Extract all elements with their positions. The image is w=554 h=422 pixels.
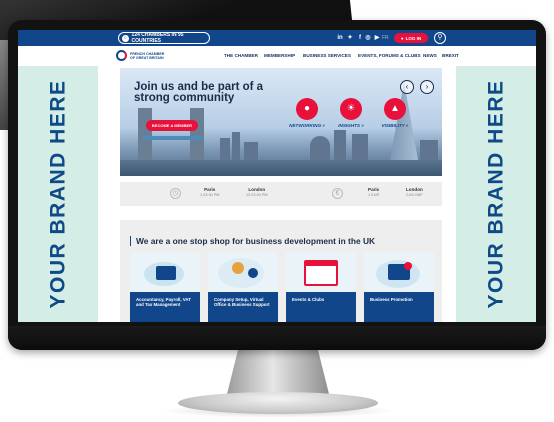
- linkedin-icon[interactable]: in: [336, 34, 344, 42]
- skyline-building: [352, 134, 368, 160]
- currency-paris-city: Paris: [368, 187, 380, 192]
- nav-item-news[interactable]: NEWS: [423, 53, 437, 58]
- skyline-building: [232, 132, 240, 160]
- calendar-grid: [306, 266, 336, 284]
- login-button[interactable]: ● LOG IN: [394, 33, 428, 43]
- currency-london-value: 0.83 GBP: [406, 193, 423, 197]
- events-illustration: [286, 252, 356, 292]
- language-switch[interactable]: FR: [382, 34, 389, 42]
- monitor-stand-neck: [226, 348, 330, 398]
- website-screen: ○ 124 CHAMBERS IN 95 COUNTRIES in ✦ f ◎ …: [18, 30, 536, 322]
- marketing-scene: ○ 124 CHAMBERS IN 95 COUNTRIES in ✦ f ◎ …: [0, 0, 554, 422]
- nav-item-events[interactable]: EVENTS, FORUMS & CLUBS: [358, 53, 421, 58]
- instagram-icon[interactable]: ◎: [364, 34, 372, 42]
- skyline-building: [220, 138, 230, 160]
- clock-icon: ◷: [170, 188, 181, 199]
- monitor-chin: [8, 326, 546, 350]
- illustration-shape: [404, 262, 412, 270]
- time-london-value: 12:23:30 PM: [246, 193, 268, 197]
- time-paris: Paris 1:23:30 PM: [200, 187, 219, 197]
- skyline-building: [310, 136, 330, 160]
- feature-visibility[interactable]: ▲ VISIBILITY »: [372, 98, 418, 128]
- login-label: LOG IN: [405, 35, 422, 41]
- logo-mark: [116, 50, 127, 61]
- carousel-prev-button[interactable]: ‹: [400, 80, 414, 94]
- right-banner-text: YOUR BRAND HERE: [484, 79, 508, 309]
- time-currency-strip: ◷ Paris 1:23:30 PM London 12:23:30 PM € …: [120, 182, 442, 206]
- river-thames: [120, 160, 442, 176]
- feature-insights[interactable]: ☀ INSIGHTS »: [328, 98, 374, 128]
- skyline-building: [334, 130, 346, 160]
- network-icon: ●: [296, 98, 318, 120]
- service-card-events[interactable]: Events & Clubs: [286, 252, 356, 322]
- chamber-count-pill[interactable]: ○ 124 CHAMBERS IN 95 COUNTRIES: [118, 32, 210, 44]
- facebook-icon[interactable]: f: [356, 34, 364, 42]
- service-card-label: Accountancy, Payroll, VAT and Tax Manage…: [130, 292, 200, 322]
- feature-networking[interactable]: ● NETWORKING »: [284, 98, 330, 128]
- search-icon: ⚲: [437, 34, 443, 41]
- main-nav: FRENCH CHAMBER OF GREAT BRITAIN THE CHAM…: [98, 46, 536, 66]
- currency-paris-value: 1 EUR: [368, 193, 380, 197]
- megaphone-icon: ▲: [384, 98, 406, 120]
- illustration-shape: [232, 262, 244, 274]
- illustration-shape: [248, 268, 258, 278]
- become-member-button[interactable]: BECOME A MEMBER: [146, 120, 198, 131]
- tower-bridge-right: [190, 108, 204, 160]
- promotion-illustration: [364, 252, 434, 292]
- feature-visibility-label: VISIBILITY »: [381, 123, 409, 128]
- search-button[interactable]: ⚲: [434, 32, 446, 44]
- monitor-stand-base: [178, 392, 378, 414]
- youtube-icon[interactable]: ▶: [373, 34, 381, 42]
- tower-bridge-left: [138, 108, 152, 160]
- currency-london-city: London: [406, 187, 423, 192]
- twitter-icon[interactable]: ✦: [346, 34, 354, 42]
- currency-london: London 0.83 GBP: [406, 187, 423, 197]
- nav-item-business-services[interactable]: BUSINESS SERVICES: [303, 53, 351, 58]
- time-paris-value: 1:23:30 PM: [200, 193, 220, 197]
- accountancy-illustration: [130, 252, 200, 292]
- right-ad-banner[interactable]: YOUR BRAND HERE: [456, 66, 536, 322]
- logo-line1: FRENCH CHAMBER: [130, 51, 165, 56]
- nav-item-membership[interactable]: MEMBERSHIP: [264, 53, 295, 58]
- feature-insights-label: INSIGHTS »: [338, 123, 364, 128]
- monitor-shape: [156, 266, 176, 280]
- time-london-city: London: [248, 187, 266, 192]
- time-london: London 12:23:30 PM: [246, 187, 268, 197]
- service-card-accountancy[interactable]: Accountancy, Payroll, VAT and Tax Manage…: [130, 252, 200, 322]
- services-heading: We are a one stop shop for business deve…: [130, 236, 375, 246]
- nav-item-the-chamber[interactable]: THE CHAMBER: [224, 53, 258, 58]
- left-ad-banner[interactable]: YOUR BRAND HERE: [18, 66, 98, 322]
- hero-title: Join us and be part of a strong communit…: [134, 81, 264, 104]
- time-paris-city: Paris: [204, 187, 216, 192]
- currency-paris: Paris 1 EUR: [368, 187, 379, 197]
- site-logo[interactable]: FRENCH CHAMBER OF GREAT BRITAIN: [116, 50, 164, 61]
- feature-networking-label: NETWORKING »: [289, 123, 325, 128]
- lightbulb-icon: ☀: [340, 98, 362, 120]
- hero-carousel: Join us and be part of a strong communit…: [120, 68, 442, 176]
- globe-icon: ○: [122, 34, 129, 42]
- services-section: We are a one stop shop for business deve…: [120, 220, 442, 322]
- skyline-building: [420, 140, 438, 160]
- chevron-left-icon: ‹: [405, 82, 409, 91]
- tower-bridge-deck: [142, 136, 202, 140]
- left-banner-text: YOUR BRAND HERE: [46, 79, 70, 309]
- nav-item-brexit[interactable]: BREXIT: [442, 53, 459, 58]
- user-icon: ●: [400, 35, 404, 41]
- company-setup-illustration: [208, 252, 278, 292]
- service-card-promotion[interactable]: Business Promotion: [364, 252, 434, 322]
- service-card-label: Company Setup, Virtual Office & Business…: [208, 292, 278, 322]
- service-card-label: Events & Clubs: [286, 292, 356, 322]
- skyline-building: [244, 142, 258, 160]
- chamber-count-label: 124 CHAMBERS IN 95 COUNTRIES: [131, 32, 184, 44]
- service-card-company-setup[interactable]: Company Setup, Virtual Office & Business…: [208, 252, 278, 322]
- carousel-next-button[interactable]: ›: [420, 80, 434, 94]
- service-card-label: Business Promotion: [364, 292, 434, 322]
- top-bar: ○ 124 CHAMBERS IN 95 COUNTRIES in ✦ f ◎ …: [18, 30, 536, 46]
- chevron-right-icon: ›: [425, 82, 429, 91]
- euro-icon: €: [332, 188, 343, 199]
- logo-line2: OF GREAT BRITAIN: [130, 55, 164, 60]
